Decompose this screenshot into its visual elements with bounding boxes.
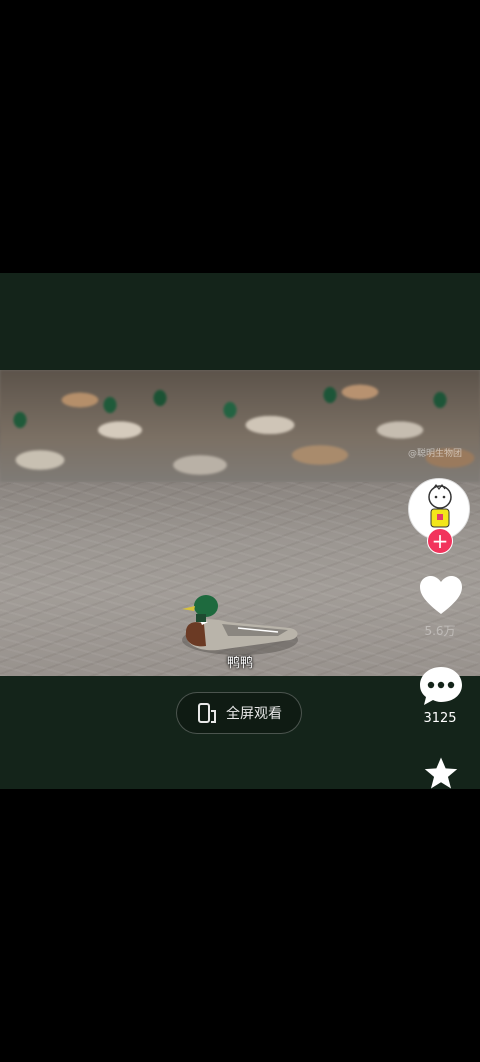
- bottom-black-bar: [0, 789, 480, 1062]
- heart-icon[interactable]: [418, 574, 464, 616]
- fullscreen-phone-icon: [198, 703, 216, 723]
- video-watermark: @聪明生物团: [407, 449, 462, 459]
- comment-icon[interactable]: [418, 664, 464, 708]
- like-count: 5.6万: [424, 624, 456, 638]
- video-subtitle: 鸭鸭: [226, 656, 253, 671]
- star-icon[interactable]: [418, 756, 464, 790]
- fullscreen-button[interactable]: 全屏观看: [176, 692, 302, 734]
- top-black-bar: [0, 0, 480, 273]
- follow-button[interactable]: +: [427, 528, 453, 554]
- comment-count: 3125: [423, 711, 457, 726]
- fullscreen-label: 全屏观看: [226, 706, 282, 722]
- duck-flock-image: [0, 370, 480, 482]
